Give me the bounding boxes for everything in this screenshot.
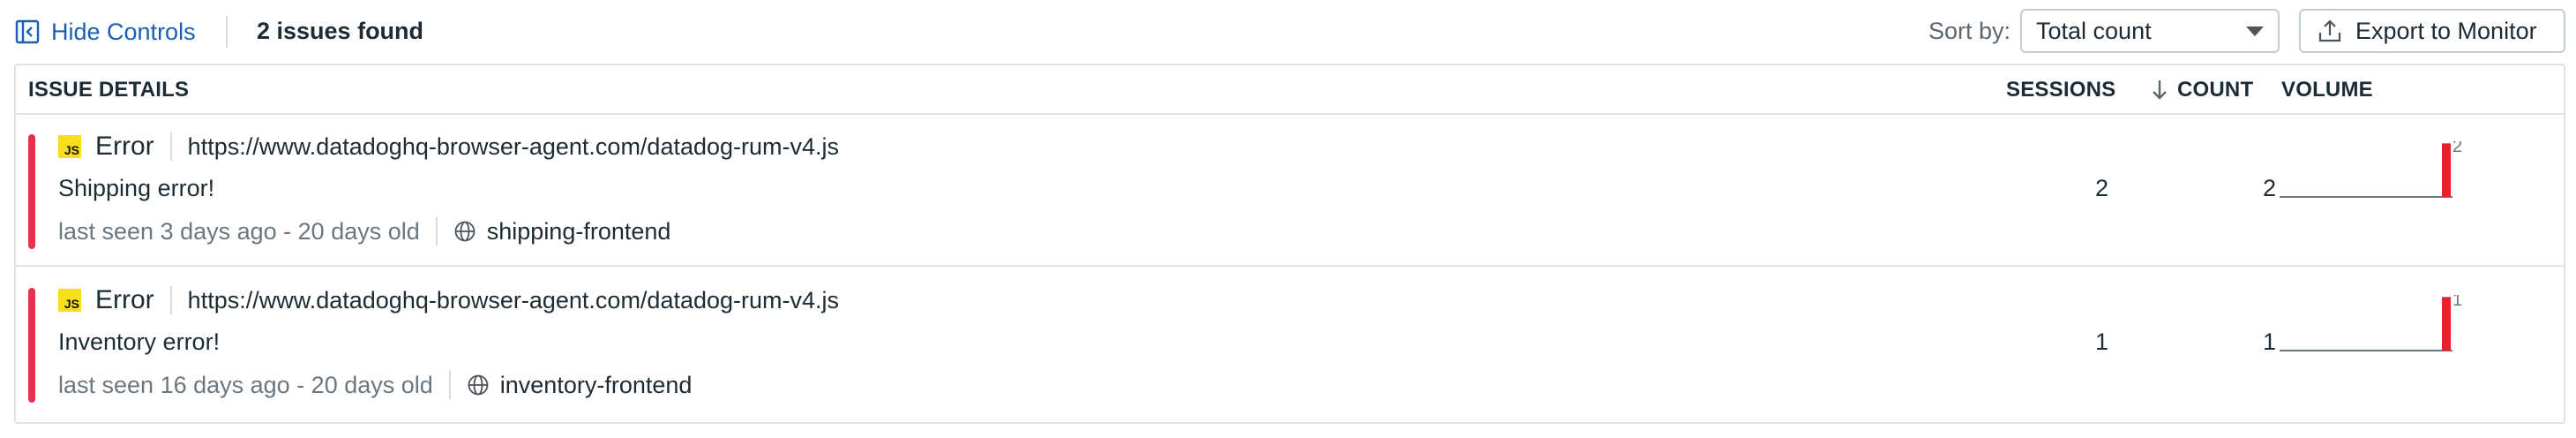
error-type: Error (95, 285, 154, 314)
upload-icon (2318, 19, 2341, 42)
volume-bar (2442, 298, 2451, 351)
count-value: 2 (2262, 175, 2276, 201)
error-source-url: https://www.datadoghq-browser-agent.com/… (187, 132, 840, 160)
volume-sparkline: 1 (2280, 295, 2462, 351)
sort-by-select[interactable]: Total count (2020, 9, 2280, 53)
issue-age: last seen 3 days ago - 20 days old (58, 217, 420, 245)
error-source-url: https://www.datadoghq-browser-agent.com/… (187, 286, 840, 313)
arrow-down-icon (2153, 80, 2167, 100)
column-header-count-label: COUNT (2177, 78, 2254, 102)
column-header-volume: VOLUME (2281, 78, 2373, 102)
column-header-sessions[interactable]: SESSIONS (2006, 78, 2115, 102)
sort-by-label: Sort by: (1928, 18, 2011, 44)
issue-title-line: JS Error https://www.datadoghq-browser-a… (58, 131, 839, 162)
issue-meta-line: last seen 3 days ago - 20 days old shipp… (58, 215, 670, 247)
issue-age: last seen 16 days ago - 20 days old (58, 371, 433, 398)
volume-peak-label: 1 (2452, 295, 2462, 310)
divider (169, 286, 172, 314)
column-header-count[interactable]: COUNT (2151, 78, 2253, 102)
sessions-value: 1 (2094, 328, 2108, 355)
issues-table: ISSUE DETAILS SESSIONS COUNT VOLUME JS E… (14, 64, 2565, 424)
table-row[interactable]: JS Error https://www.datadoghq-browser-a… (16, 268, 2564, 420)
volume-bar (2442, 144, 2451, 197)
error-message: Shipping error! (58, 175, 215, 201)
toolbar-divider (226, 16, 228, 48)
export-to-monitor-label: Export to Monitor (2355, 17, 2537, 44)
sort-by-value: Total count (2036, 17, 2152, 44)
service-tag[interactable]: shipping-frontend (453, 217, 671, 245)
divider (448, 371, 451, 399)
error-message: Inventory error! (58, 328, 221, 355)
js-icon: JS (58, 135, 81, 158)
volume-sparkline: 2 (2280, 141, 2462, 198)
globe-icon (454, 221, 476, 242)
column-header-issue-details: ISSUE DETAILS (28, 78, 190, 102)
issue-title-line: JS Error https://www.datadoghq-browser-a… (58, 284, 839, 316)
chevron-down-icon (2246, 26, 2264, 36)
service-name: inventory-frontend (499, 371, 693, 398)
issue-meta-line: last seen 16 days ago - 20 days old inve… (58, 369, 692, 401)
issues-found-count: 2 issues found (257, 18, 424, 44)
count-value: 1 (2262, 328, 2276, 355)
js-icon: JS (58, 289, 81, 312)
table-header: ISSUE DETAILS SESSIONS COUNT VOLUME (16, 65, 2564, 115)
severity-indicator (28, 288, 35, 403)
divider (169, 132, 172, 161)
severity-indicator (28, 134, 35, 249)
hide-controls-button[interactable]: Hide Controls (14, 16, 196, 48)
sessions-value: 2 (2094, 175, 2108, 201)
table-row[interactable]: JS Error https://www.datadoghq-browser-a… (16, 115, 2564, 267)
service-name: shipping-frontend (486, 217, 671, 245)
error-type: Error (95, 132, 154, 161)
volume-peak-label: 2 (2452, 141, 2462, 156)
export-to-monitor-button[interactable]: Export to Monitor (2299, 9, 2565, 53)
toolbar: Hide Controls 2 issues found Sort by: To… (0, 0, 2576, 64)
service-tag[interactable]: inventory-frontend (467, 371, 693, 399)
globe-icon (468, 374, 489, 396)
hide-controls-label: Hide Controls (51, 18, 196, 45)
collapse-panel-icon (15, 19, 40, 44)
divider (435, 217, 438, 245)
